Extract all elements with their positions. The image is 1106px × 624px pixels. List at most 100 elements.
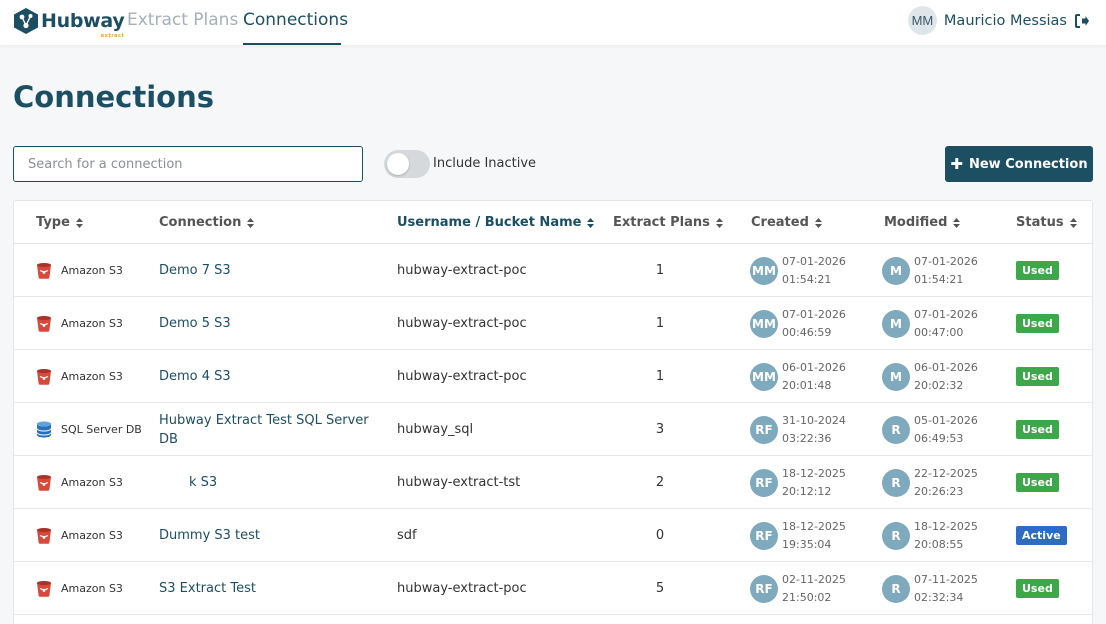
type-label: Amazon S3 (61, 317, 123, 330)
sort-icon (75, 217, 83, 228)
logout-icon[interactable] (1074, 13, 1090, 29)
created-datetime: 02-11-2025 21:50:02 (782, 572, 846, 604)
bucket-name: hubway-extract-tst (397, 475, 521, 490)
created-datetime: 07-01-2026 00:46:59 (782, 307, 846, 339)
created-cell: RF 31-10-2024 03:22:36 (750, 403, 846, 456)
column-header-status[interactable]: Status (1016, 201, 1077, 244)
created-by-avatar: RF (750, 574, 778, 603)
amazon-s3-icon (37, 369, 51, 385)
connection-name-link[interactable]: Demo 7 S3 (159, 244, 374, 297)
new-connection-label: New Connection (968, 156, 1088, 172)
type-cell: Amazon S3 (36, 297, 123, 350)
modified-by-avatar: M (882, 362, 910, 391)
type-cell: Amazon S3 (36, 562, 123, 615)
modified-by-avatar: R (882, 521, 910, 550)
sort-icon (587, 217, 595, 228)
type-label: Amazon S3 (61, 529, 123, 542)
bucket-name: hubway-extract-poc (397, 369, 527, 384)
modified-cell: R 07-11-2025 02:32:34 (882, 562, 978, 615)
extract-plans-count: 0 (655, 528, 665, 543)
table-row[interactable]: Amazon S3 Dummy S3 test sdf 0 RF 18-12-2025 19… (14, 509, 1092, 562)
type-cell: Amazon S3 (36, 456, 123, 509)
search-input[interactable] (13, 146, 363, 182)
column-header-username[interactable]: Username / Bucket Name (397, 201, 595, 244)
sort-icon (953, 217, 961, 228)
status-badge: Used (1016, 579, 1059, 598)
amazon-s3-icon (37, 475, 51, 491)
column-header-type[interactable]: Type (36, 201, 83, 244)
connections-table: Type Connection Username / Bucket Name E… (13, 200, 1093, 624)
modified-cell: M 07-01-2026 00:47:00 (882, 297, 978, 350)
created-cell: RF 02-11-2025 21:50:02 (750, 562, 846, 615)
created-datetime: 18-12-2025 19:35:04 (782, 519, 846, 551)
table-row[interactable]: Amazon S3 k S3 hubway-extract-tst 2 RF 18-12-… (14, 456, 1092, 509)
toggle-knob (387, 153, 409, 175)
connection-name-link[interactable]: k S3 (159, 456, 374, 509)
extract-plans-count: 3 (655, 422, 665, 437)
type-cell: Amazon S3 (36, 350, 123, 403)
modified-cell: R 22-12-2025 20:26:23 (882, 456, 978, 509)
created-cell: MM 06-01-2026 20:01:48 (750, 350, 846, 403)
user-menu[interactable]: MM Mauricio Messias (907, 6, 1090, 35)
created-datetime: 18-12-2025 20:12:12 (782, 466, 846, 498)
status-badge: Used (1016, 261, 1059, 280)
nav-tab-extract-plans[interactable]: Extract Plans (127, 10, 238, 30)
connection-name-link[interactable]: Demo 5 S3 (159, 297, 374, 350)
bucket-name: hubway_sql (397, 422, 474, 437)
status-cell: Used (1016, 297, 1059, 350)
type-label: Amazon S3 (61, 370, 123, 383)
page-title: Connections (13, 80, 214, 114)
amazon-s3-icon (37, 263, 51, 279)
hubway-logo[interactable]: Hubway extract (13, 6, 125, 39)
modified-cell: R 18-12-2025 20:08:55 (882, 509, 978, 562)
modified-cell: R 05-01-2026 06:49:53 (882, 403, 978, 456)
column-header-modified[interactable]: Modified (884, 201, 961, 244)
modified-by-avatar: R (882, 415, 910, 444)
status-badge: Used (1016, 420, 1059, 439)
bucket-name: hubway-extract-poc (397, 581, 527, 596)
created-cell: MM 07-01-2026 01:54:21 (750, 244, 846, 297)
active-tab-underline (243, 43, 341, 45)
extract-plans-count: 1 (655, 316, 665, 331)
modified-cell: M 06-01-2026 20:02:32 (882, 350, 978, 403)
created-cell: MM 07-01-2026 00:46:59 (750, 297, 846, 350)
type-label: SQL Server DB (61, 423, 142, 436)
amazon-s3-icon (37, 316, 51, 332)
type-cell: Amazon S3 (36, 509, 123, 562)
connection-name-link[interactable]: Hubway Extract Test SQL Server DB (159, 403, 374, 456)
table-row[interactable]: Amazon S3 Demo 5 S3 hubway-extract-poc 1 MM 0… (14, 297, 1092, 350)
created-by-avatar: MM (750, 256, 778, 285)
include-inactive-toggle[interactable] (384, 150, 430, 178)
type-label: Amazon S3 (61, 476, 123, 489)
table-row[interactable]: Amazon S3 Demo 7 S3 hubway-extract-poc 1 MM 0… (14, 244, 1092, 297)
sort-icon (715, 217, 723, 228)
status-badge: Used (1016, 473, 1059, 492)
include-inactive-label: Include Inactive (433, 156, 537, 171)
connection-name-link[interactable]: Demo 4 S3 (159, 350, 374, 403)
plus-icon: ✚ (950, 154, 963, 173)
connection-name-link[interactable]: S3 Extract Test (159, 562, 374, 615)
sort-icon (247, 217, 255, 228)
modified-by-avatar: R (882, 574, 910, 603)
extract-plans-count: 1 (655, 369, 665, 384)
nav-tab-connections[interactable]: Connections (243, 10, 348, 30)
status-badge: Used (1016, 314, 1059, 333)
column-header-connection[interactable]: Connection (159, 201, 255, 244)
table-row[interactable]: Amazon S3 Demo 4 S3 hubway-extract-poc 1 MM 0… (14, 350, 1092, 403)
modified-datetime: 06-01-2026 20:02:32 (914, 360, 978, 392)
connection-name-link[interactable]: Dummy S3 test (159, 509, 374, 562)
new-connection-button[interactable]: ✚ New Connection (945, 146, 1093, 182)
hubway-logo-icon (14, 8, 38, 34)
modified-by-avatar: M (882, 309, 910, 338)
table-row[interactable]: SQL Server DB Hubway Extract Test SQL Ser… (14, 403, 1092, 456)
column-header-extract-plans[interactable]: Extract Plans (613, 201, 723, 244)
table-row[interactable]: Amazon S3 S3 Extract Test hubway-extract-p… (14, 562, 1092, 615)
amazon-s3-icon (37, 581, 51, 597)
sort-icon (1069, 217, 1077, 228)
modified-cell: M 07-01-2026 01:54:21 (882, 244, 978, 297)
status-cell: Active (1016, 509, 1067, 562)
created-datetime: 07-01-2026 01:54:21 (782, 254, 846, 286)
status-cell: Used (1016, 244, 1059, 297)
extract-plans-count: 5 (655, 581, 665, 596)
column-header-created[interactable]: Created (751, 201, 822, 244)
